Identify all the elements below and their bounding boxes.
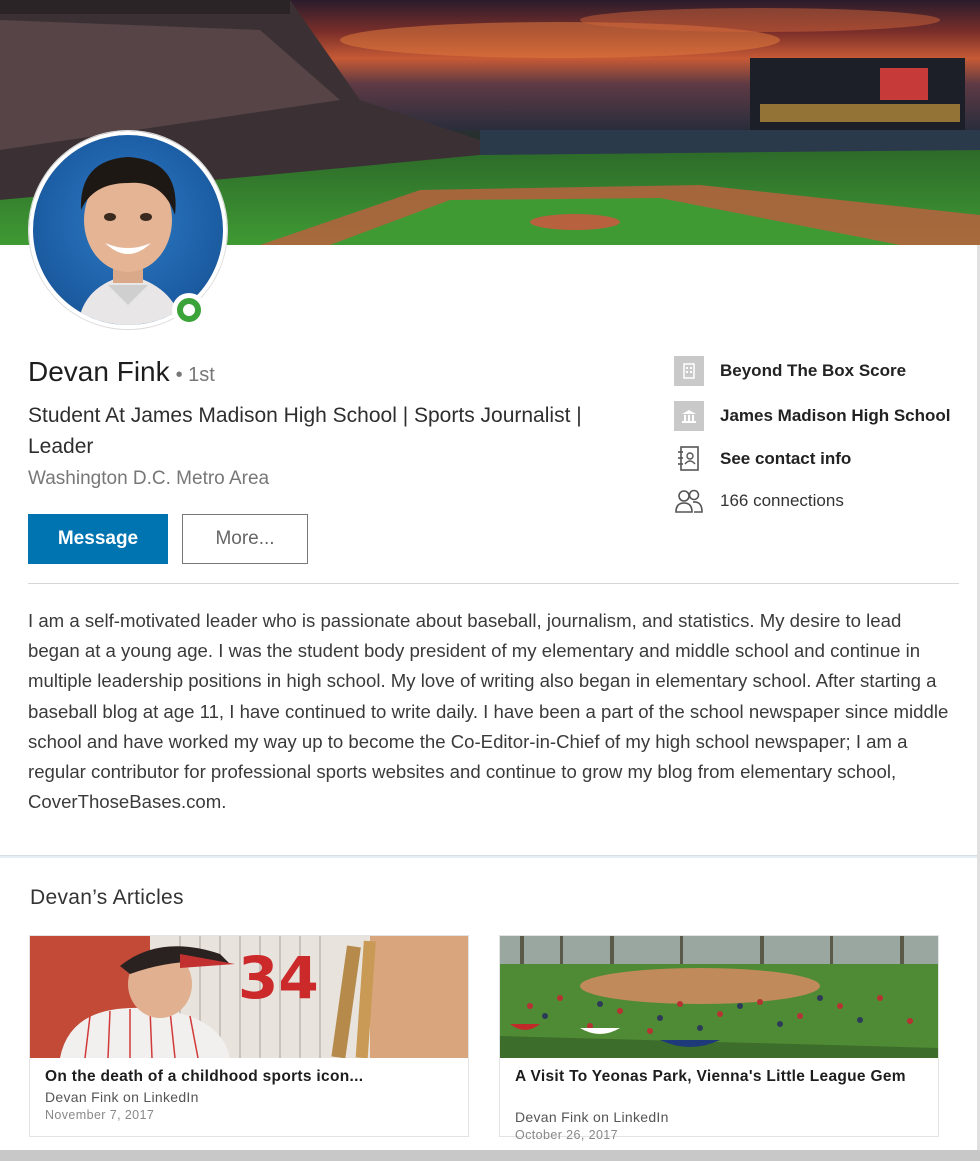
school-name: James Madison High School <box>720 406 951 425</box>
article-title[interactable]: On the death of a childhood sports icon.… <box>45 1067 455 1087</box>
bottom-bar <box>0 1150 980 1161</box>
name-row: Devan Fink • 1st <box>28 356 215 388</box>
profile-name: Devan Fink <box>28 356 170 387</box>
article-thumbnail: 34 <box>30 936 468 1058</box>
contact-info-label: See contact info <box>720 449 852 468</box>
article-title[interactable]: A Visit To Yeonas Park, Vienna's Little … <box>515 1067 925 1087</box>
people-icon <box>674 486 704 516</box>
school-link[interactable]: James Madison High School <box>674 401 951 431</box>
contact-card-icon <box>674 444 704 474</box>
profile-summary: I am a self-motivated leader who is pass… <box>28 610 949 813</box>
connections-count: 166 connections <box>720 491 844 510</box>
profile-headline: Student At James Madison High School | S… <box>28 404 582 458</box>
divider <box>28 583 959 584</box>
online-status-indicator <box>172 293 206 327</box>
article-date: November 7, 2017 <box>45 1108 155 1122</box>
current-company-link[interactable]: Beyond The Box Score <box>674 356 906 386</box>
connection-degree: • 1st <box>175 364 215 386</box>
article-image-ballpark <box>500 936 938 1058</box>
section-separator <box>0 855 980 858</box>
article-date: October 26, 2017 <box>515 1128 618 1142</box>
svg-text:34: 34 <box>238 944 319 1012</box>
message-button[interactable]: Message <box>28 514 168 564</box>
profile-location: Washington D.C. Metro Area <box>28 468 270 489</box>
contact-info-link[interactable]: See contact info <box>674 444 851 474</box>
article-thumbnail <box>500 936 938 1058</box>
article-card[interactable]: 34 On the death of a childhood sports ic… <box>30 936 468 1136</box>
article-card[interactable]: A Visit To Yeonas Park, Vienna's Little … <box>500 936 938 1142</box>
article-author: Devan Fink on LinkedIn <box>515 1109 669 1125</box>
school-logo-icon <box>674 401 704 431</box>
company-name: Beyond The Box Score <box>720 361 907 380</box>
articles-heading: Devan’s Articles <box>30 886 184 909</box>
article-image-jersey: 34 <box>30 936 468 1058</box>
more-button[interactable]: More... <box>182 514 308 564</box>
article-author: Devan Fink on LinkedIn <box>45 1089 199 1105</box>
company-logo-icon <box>674 356 704 386</box>
connections-link[interactable]: 166 connections <box>674 486 844 516</box>
